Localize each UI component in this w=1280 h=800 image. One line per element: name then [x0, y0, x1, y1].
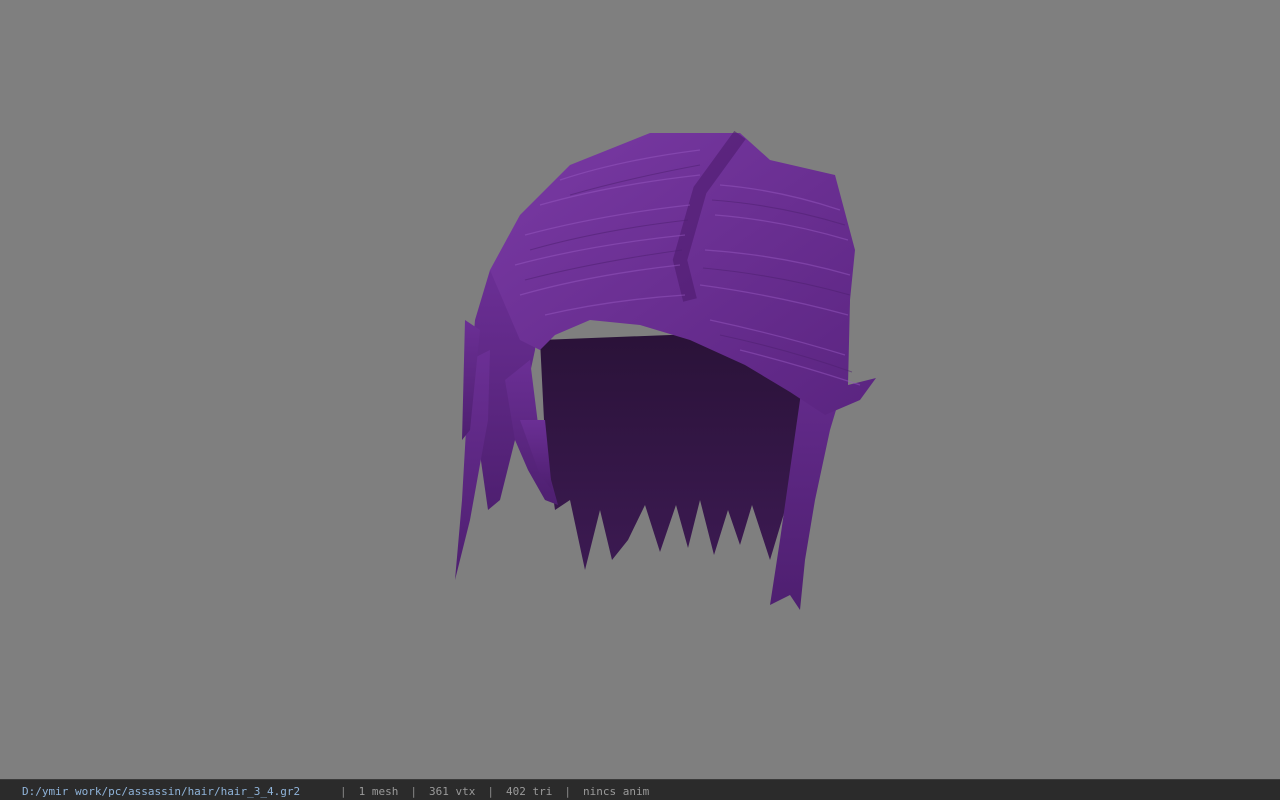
- separator: |: [340, 785, 347, 798]
- separator: |: [410, 785, 417, 798]
- separator: |: [487, 785, 494, 798]
- separator: |: [564, 785, 571, 798]
- mesh-count: 1 mesh: [358, 785, 399, 798]
- triangle-count: 402 tri: [505, 785, 553, 798]
- 3d-viewport[interactable]: [0, 0, 1280, 779]
- vertex-count: 361 vtx: [429, 785, 476, 798]
- animation-status: nincs anim: [582, 785, 650, 798]
- hair-model[interactable]: [0, 0, 1280, 779]
- file-path: D:/ymir work/pc/assassin/hair/hair_3_4.g…: [22, 785, 301, 798]
- model-stats: | 1 mesh | 361 vtx | 402 tri | nincs anim: [340, 782, 649, 800]
- status-bar: D:/ymir work/pc/assassin/hair/hair_3_4.g…: [0, 779, 1280, 800]
